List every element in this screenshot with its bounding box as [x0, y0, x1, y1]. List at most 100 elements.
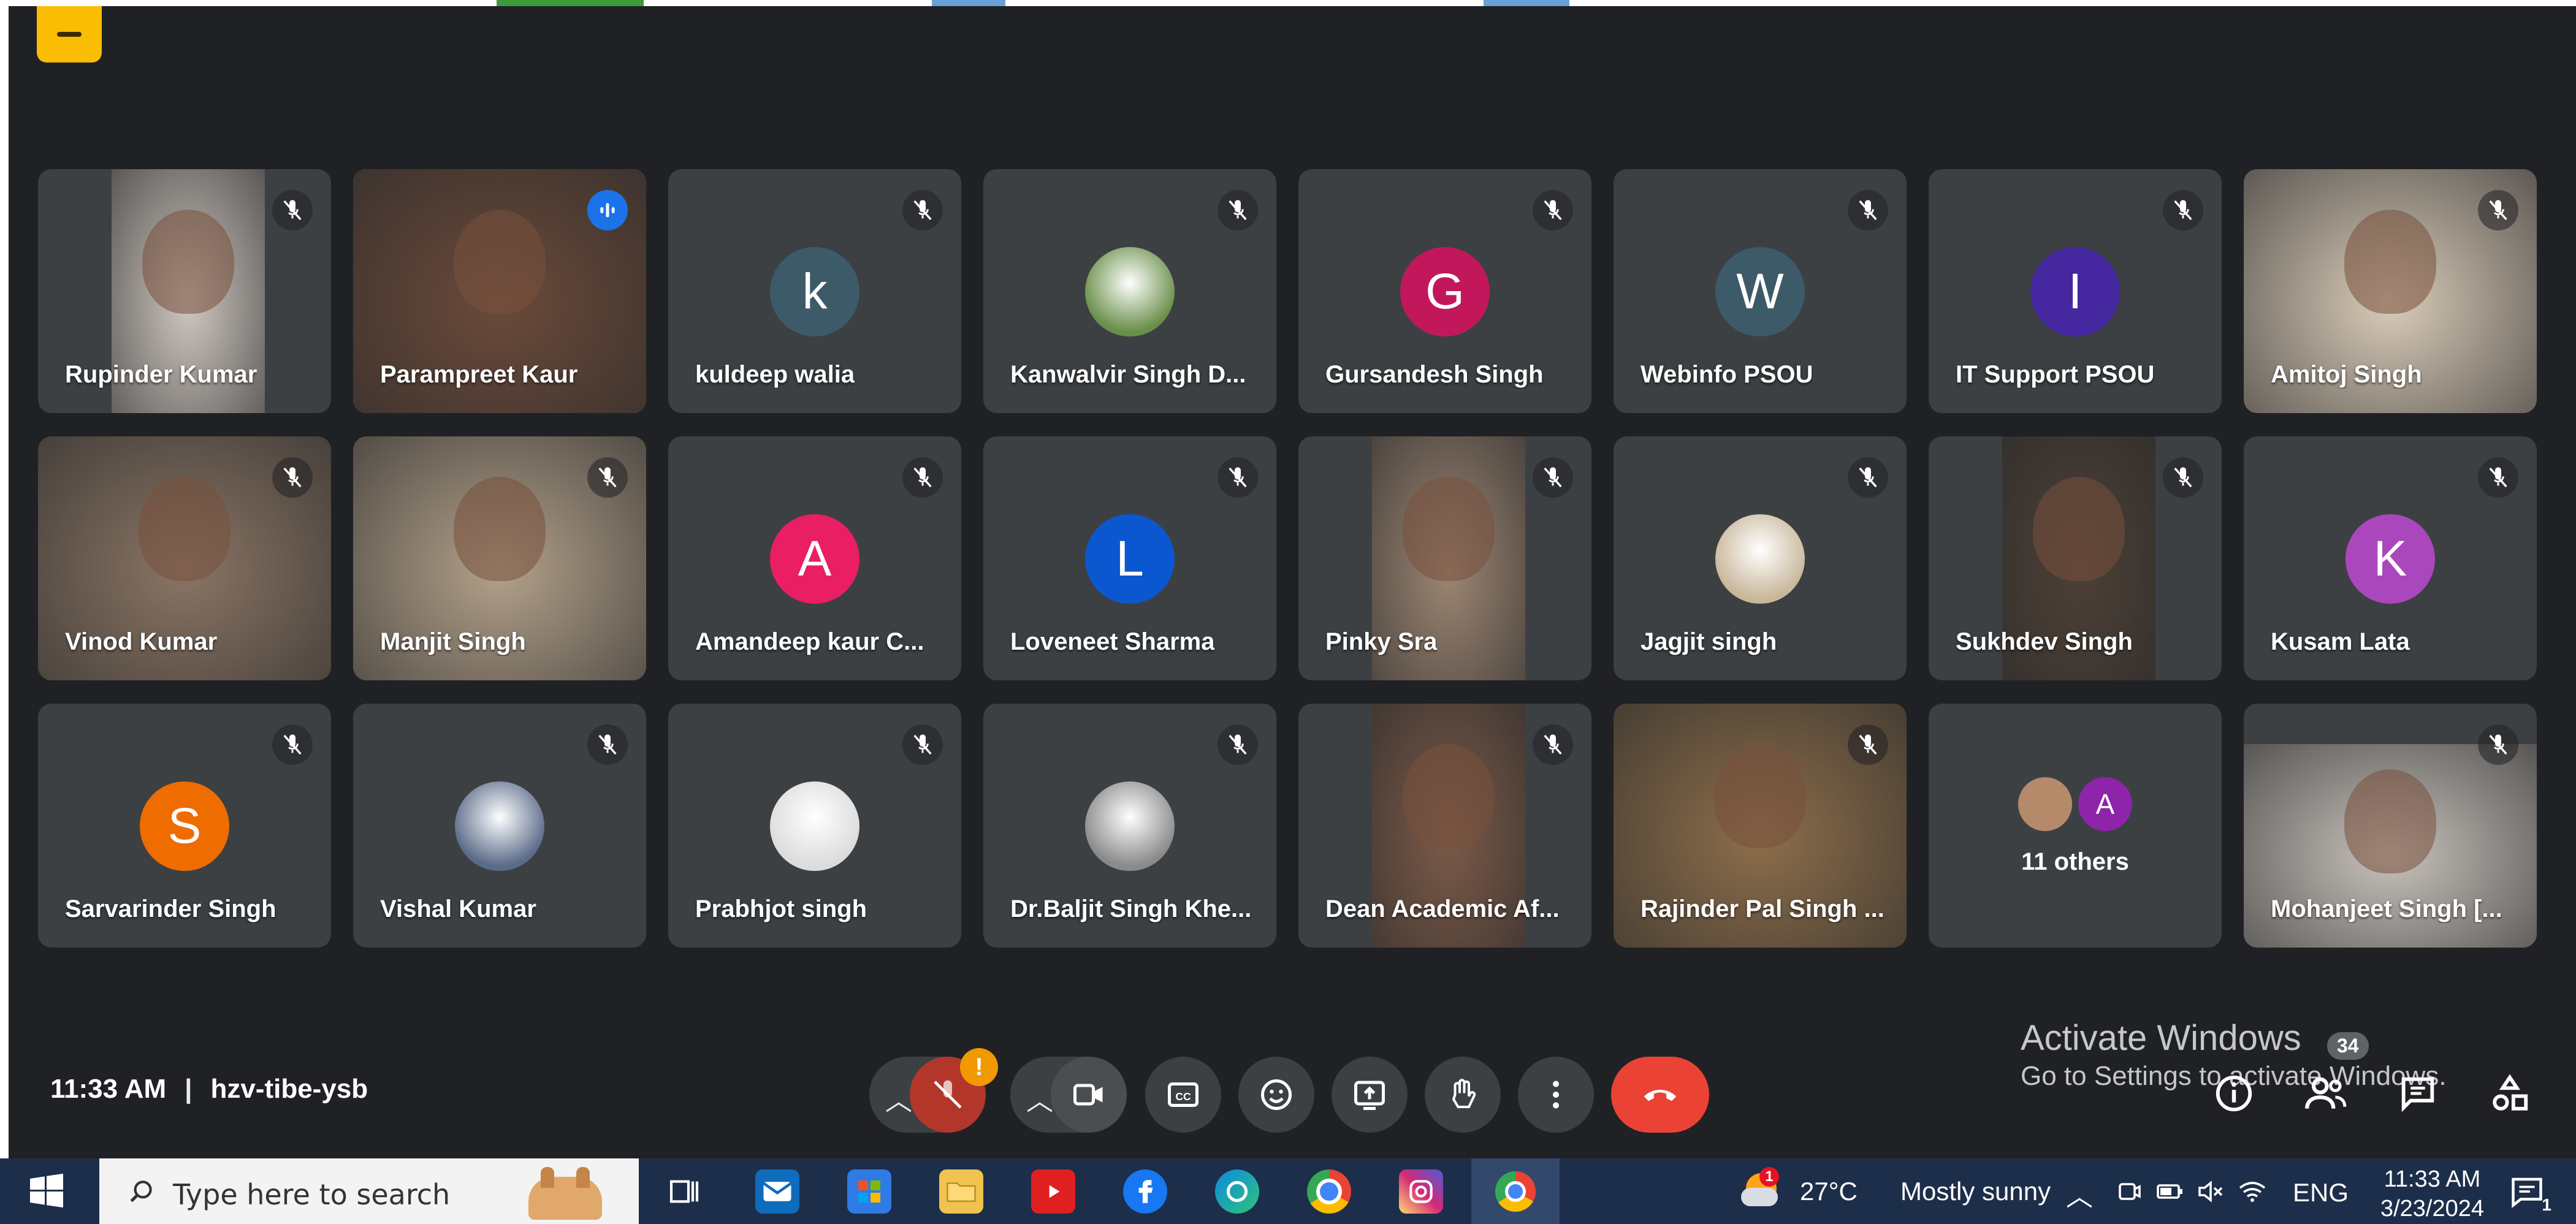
activities-icon [2493, 1074, 2528, 1111]
people-button[interactable] [2299, 1066, 2353, 1120]
participant-tile[interactable]: Rupinder Kumar [38, 169, 331, 413]
meeting-details-button[interactable] [2207, 1066, 2261, 1120]
participant-name: Mohanjeet Singh [... [2271, 895, 2502, 922]
participant-tile[interactable]: Manjit Singh [353, 436, 646, 680]
watermark-title: Activate Windows [2021, 1018, 2301, 1058]
participant-avatar: K [2345, 514, 2435, 604]
start-button[interactable] [25, 1169, 69, 1214]
participant-name: Webinfo PSOU [1640, 361, 1813, 388]
top-strip [0, 0, 2576, 6]
mail-app-icon[interactable] [755, 1169, 799, 1214]
present-screen-button[interactable] [1332, 1057, 1408, 1133]
audio-options-caret[interactable]: ︿ [885, 1079, 912, 1118]
participant-tile[interactable]: L Loveneet Sharma [983, 436, 1276, 680]
speaking-indicator-icon [587, 190, 628, 230]
youtube-app-icon[interactable] [1031, 1169, 1075, 1214]
chat-icon [2401, 1077, 2434, 1112]
taskbar-clock[interactable]: 11:33 AM 3/23/2024 [2380, 1165, 2484, 1223]
participant-name: Parampreet Kaur [380, 361, 578, 388]
reactions-button[interactable] [1238, 1057, 1314, 1133]
phone-hangup-icon [1644, 1089, 1677, 1101]
weather-sun-icon: 1 [1741, 1167, 1781, 1207]
participant-tile[interactable]: G Gursandesh Singh [1298, 169, 1591, 413]
wifi-icon[interactable] [2238, 1177, 2267, 1206]
participant-tile[interactable]: Jagjit singh [1614, 436, 1907, 680]
mic-muted-icon [272, 457, 313, 498]
participant-name: Kanwalvir Singh D... [1010, 361, 1246, 388]
raise-hand-button[interactable] [1425, 1057, 1501, 1133]
participant-profile-photo [455, 781, 544, 871]
participant-tile[interactable]: Amitoj Singh [2244, 169, 2537, 413]
facebook-icon [1138, 1180, 1153, 1203]
meeting-activity-icon[interactable] [37, 6, 102, 63]
taskbar-search-box[interactable]: Type here to search [99, 1158, 639, 1224]
edge-browser-icon[interactable] [1215, 1169, 1259, 1214]
video-options-pill: ︿ [1010, 1057, 1127, 1133]
instagram-app-icon[interactable] [1399, 1169, 1443, 1214]
people-count-badge: 34 [2327, 1032, 2369, 1060]
participant-name: IT Support PSOU [1956, 361, 2155, 388]
captions-button[interactable]: CC [1145, 1057, 1221, 1133]
mic-off-icon [934, 1080, 962, 1109]
volume-muted-icon[interactable] [2196, 1177, 2225, 1206]
chrome-active-window-button[interactable] [1471, 1158, 1560, 1224]
tray-overflow-chevron-icon[interactable]: ︿ [2066, 1174, 2093, 1214]
instagram-icon [1409, 1180, 1433, 1203]
camera-toggle-button[interactable] [1051, 1057, 1127, 1133]
microsoft-store-icon[interactable] [847, 1169, 891, 1214]
leave-call-button[interactable] [1611, 1057, 1709, 1133]
participant-tile[interactable]: Kanwalvir Singh D... [983, 169, 1276, 413]
chrome-icon [1316, 1179, 1342, 1204]
mic-muted-icon [902, 190, 943, 230]
participant-tile[interactable]: Dr.Baljit Singh Khe... [983, 704, 1276, 948]
activities-button[interactable] [2483, 1066, 2537, 1120]
more-vert-icon [1553, 1081, 1559, 1109]
participant-tile[interactable]: Pinky Sra [1298, 436, 1591, 680]
mic-muted-icon [1848, 724, 1888, 765]
participant-tile[interactable]: Mohanjeet Singh [... [2244, 704, 2537, 948]
mic-muted-icon [2478, 457, 2518, 498]
chrome-icon [1495, 1171, 1536, 1212]
participant-tile[interactable]: Vishal Kumar [353, 704, 646, 948]
task-view-button[interactable] [662, 1169, 706, 1214]
chat-button[interactable] [2391, 1066, 2445, 1120]
participant-tile[interactable]: K Kusam Lata [2244, 436, 2537, 680]
svg-text:CC: CC [1175, 1090, 1191, 1103]
participant-tile[interactable]: S Sarvarinder Singh [38, 704, 331, 948]
mic-muted-icon [1533, 457, 1573, 498]
meeting-code[interactable]: hzv-tibe-ysb [210, 1074, 368, 1104]
others-avatar-stack: A [2018, 777, 2132, 831]
mic-muted-icon [1218, 190, 1258, 230]
input-language[interactable]: ENG [2293, 1178, 2349, 1207]
action-center-button[interactable]: 1 [2509, 1173, 2551, 1214]
participant-tile[interactable]: A 11 others [1929, 704, 2222, 948]
battery-icon[interactable] [2155, 1177, 2185, 1206]
participant-tile[interactable]: k kuldeep walia [668, 169, 961, 413]
chrome-browser-icon[interactable] [1307, 1169, 1351, 1214]
participant-avatar: S [140, 781, 229, 871]
participant-tile[interactable]: Parampreet Kaur [353, 169, 646, 413]
participant-name: Amitoj Singh [2271, 361, 2422, 388]
video-options-caret[interactable]: ︿ [1026, 1079, 1053, 1118]
meet-in-use-icon[interactable] [2115, 1177, 2144, 1206]
taskbar-time: 11:33 AM [2384, 1166, 2481, 1192]
more-options-button[interactable] [1518, 1057, 1594, 1133]
mic-muted-icon [902, 457, 943, 498]
participant-tile[interactable]: W Webinfo PSOU [1614, 169, 1907, 413]
participant-tile[interactable]: A Amandeep kaur C... [668, 436, 961, 680]
people-icon [2305, 1077, 2347, 1109]
taskbar-date: 3/23/2024 [2380, 1196, 2484, 1222]
facebook-app-icon[interactable] [1123, 1169, 1167, 1214]
mic-warning-badge: ! [960, 1048, 998, 1086]
participant-tile[interactable]: Rajinder Pal Singh ... [1614, 704, 1907, 948]
windows-logo-icon [30, 1173, 63, 1208]
participant-tile[interactable]: Sukhdev Singh [1929, 436, 2222, 680]
participant-tile[interactable]: Dean Academic Af... [1298, 704, 1591, 948]
participant-tile[interactable]: I IT Support PSOU [1929, 169, 2222, 413]
participant-profile-photo [1085, 781, 1175, 871]
others-avatar [2018, 777, 2072, 831]
participant-tile[interactable]: Prabhjot singh [668, 704, 961, 948]
file-explorer-icon[interactable] [939, 1169, 983, 1214]
participant-tile[interactable]: Vinod Kumar [38, 436, 331, 680]
others-avatar: A [2078, 777, 2132, 831]
